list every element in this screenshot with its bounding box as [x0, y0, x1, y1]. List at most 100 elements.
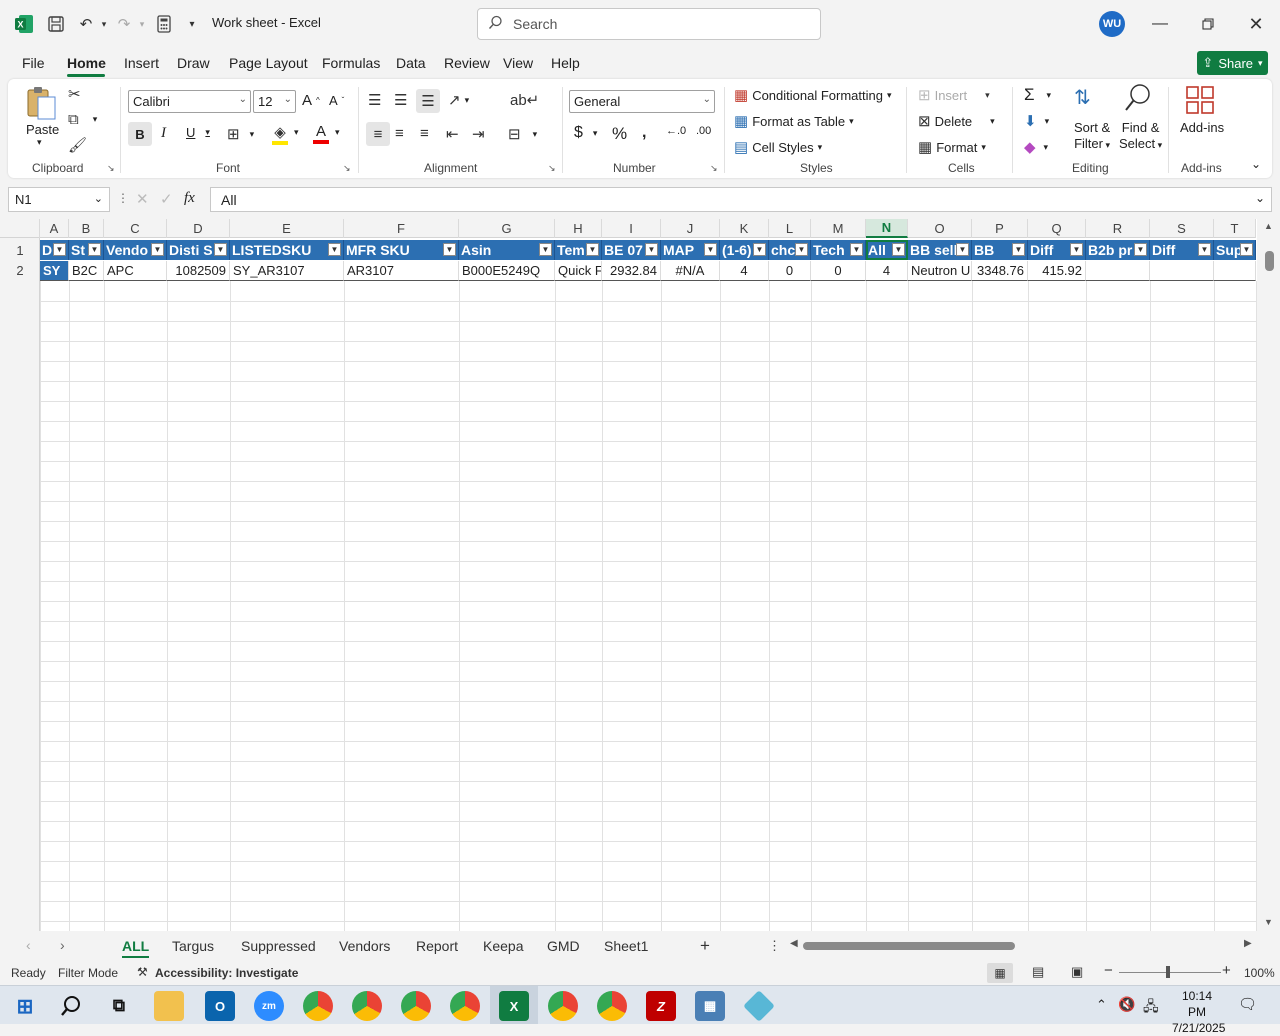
- filter-dropdown-icon[interactable]: ▼: [328, 243, 341, 256]
- chrome-icon[interactable]: [597, 991, 627, 1021]
- column-header-d[interactable]: D: [167, 219, 230, 238]
- filter-dropdown-icon[interactable]: ▼: [88, 243, 101, 256]
- column-header-m[interactable]: M: [811, 219, 866, 238]
- header-cell-l[interactable]: chc ▼: [769, 240, 811, 260]
- sheet-tab-gmd[interactable]: GMD: [547, 938, 580, 954]
- restore-icon[interactable]: [1194, 10, 1222, 38]
- column-header-q[interactable]: Q: [1028, 219, 1086, 238]
- enter-formula-icon[interactable]: ✓: [160, 190, 173, 208]
- minimize-icon[interactable]: —: [1146, 10, 1174, 38]
- insert-function-icon[interactable]: fx: [184, 190, 195, 207]
- excel-taskbar-icon[interactable]: X: [499, 991, 529, 1021]
- vertical-scroll-thumb[interactable]: [1265, 251, 1274, 271]
- normal-view-icon[interactable]: ▦: [987, 963, 1013, 983]
- header-cell-j[interactable]: MAP ▼: [661, 240, 720, 260]
- data-cell-a2[interactable]: SY: [40, 261, 69, 281]
- data-cell-o2[interactable]: Neutron U: [908, 261, 972, 281]
- tab-page-layout[interactable]: Page Layout: [229, 55, 308, 71]
- filter-dropdown-icon[interactable]: ▼: [1012, 243, 1025, 256]
- filter-dropdown-icon[interactable]: ▼: [1070, 243, 1083, 256]
- zoom-app-icon[interactable]: zm: [254, 991, 284, 1021]
- decrease-font-icon[interactable]: Aˇ: [329, 93, 344, 108]
- autosum-icon[interactable]: Σ ▾: [1024, 85, 1051, 105]
- column-header-p[interactable]: P: [972, 219, 1028, 238]
- increase-decimal-icon[interactable]: ←.0: [666, 125, 686, 137]
- app-icon[interactable]: [743, 990, 775, 1022]
- data-cell-k2[interactable]: 4: [720, 261, 769, 281]
- chrome-icon[interactable]: [401, 991, 431, 1021]
- scroll-down-icon[interactable]: ▼: [1264, 917, 1273, 927]
- font-color-icon[interactable]: A: [313, 123, 329, 144]
- column-header-s[interactable]: S: [1150, 219, 1214, 238]
- row-header-11[interactable]: 11: [0, 440, 40, 460]
- data-cell-q2[interactable]: 415.92: [1028, 261, 1086, 281]
- header-cell-m[interactable]: Tech ▼: [811, 240, 866, 260]
- calculator-icon[interactable]: [152, 12, 176, 36]
- percent-icon[interactable]: %: [612, 124, 627, 144]
- filter-dropdown-icon[interactable]: ▼: [443, 243, 456, 256]
- align-left-icon[interactable]: ≡: [366, 122, 390, 146]
- row-header-25[interactable]: 25: [0, 720, 40, 740]
- underline-button[interactable]: U ▾: [186, 125, 210, 140]
- data-cell-r2[interactable]: [1086, 261, 1150, 281]
- align-right-icon[interactable]: ≡: [420, 125, 429, 142]
- header-cell-e[interactable]: LISTEDSKU ▼: [230, 240, 344, 260]
- row-header-19[interactable]: 19: [0, 600, 40, 620]
- filter-dropdown-icon[interactable]: ▼: [53, 243, 66, 256]
- increase-font-icon[interactable]: A ^: [302, 92, 320, 109]
- font-launcher-icon[interactable]: ↘: [343, 163, 351, 174]
- font-size-combo[interactable]: 12 ⌄: [253, 90, 296, 113]
- sheet-tab-targus[interactable]: Targus: [172, 938, 214, 954]
- decrease-decimal-icon[interactable]: .00: [696, 125, 711, 137]
- filter-dropdown-icon[interactable]: ▼: [1134, 243, 1147, 256]
- fill-color-dropdown-icon[interactable]: ▾: [294, 127, 299, 138]
- filter-dropdown-icon[interactable]: ▼: [586, 243, 599, 256]
- row-header-13[interactable]: 13: [0, 480, 40, 500]
- clear-icon[interactable]: ◆ ▾: [1024, 138, 1048, 156]
- header-cell-t[interactable]: Sup ▼: [1214, 240, 1256, 260]
- zoom-slider-track[interactable]: [1119, 972, 1221, 973]
- filter-dropdown-icon[interactable]: ▼: [1240, 243, 1253, 256]
- header-cell-s[interactable]: Diff ▼: [1150, 240, 1214, 260]
- next-sheet-icon[interactable]: ›: [60, 937, 65, 953]
- row-header-32[interactable]: 32: [0, 860, 40, 880]
- find-select-button[interactable]: Find & Select ▾: [1119, 120, 1162, 153]
- tab-view[interactable]: View: [503, 55, 533, 71]
- tab-data[interactable]: Data: [396, 55, 426, 71]
- accessibility-status[interactable]: Accessibility: Investigate: [155, 966, 298, 980]
- filter-dropdown-icon[interactable]: ▼: [1198, 243, 1211, 256]
- filter-dropdown-icon[interactable]: ▼: [795, 243, 808, 256]
- row-header-9[interactable]: 9: [0, 400, 40, 420]
- save-icon[interactable]: [44, 12, 68, 36]
- row-header-16[interactable]: 16: [0, 540, 40, 560]
- tray-chevron-icon[interactable]: ⌃: [1096, 997, 1107, 1013]
- wrap-text-icon[interactable]: ab↵: [510, 91, 539, 109]
- paste-button[interactable]: [24, 85, 58, 121]
- add-sheet-icon[interactable]: +: [700, 936, 710, 956]
- vertical-scrollbar[interactable]: ▲ ▼: [1257, 219, 1280, 931]
- network-icon[interactable]: 🖧: [1143, 996, 1159, 1020]
- page-break-view-icon[interactable]: ▣: [1071, 964, 1083, 980]
- clipboard-launcher-icon[interactable]: ↘: [107, 163, 115, 174]
- merge-center-icon[interactable]: ⊟ ▾: [508, 125, 537, 143]
- alignment-launcher-icon[interactable]: ↘: [548, 163, 556, 174]
- data-cell-g2[interactable]: B000E5249Q: [459, 261, 555, 281]
- header-cell-q[interactable]: Diff ▼: [1028, 240, 1086, 260]
- worksheet-grid[interactable]: ABCDEFGHIJKLMNOPQRST 1234567891011121314…: [0, 219, 1280, 931]
- copy-icon[interactable]: ⧉ ▾: [68, 111, 97, 128]
- data-cell-f2[interactable]: AR3107: [344, 261, 459, 281]
- sheet-tab-suppressed[interactable]: Suppressed: [241, 938, 316, 954]
- column-header-r[interactable]: R: [1086, 219, 1150, 238]
- tab-review[interactable]: Review: [444, 55, 490, 71]
- data-cell-t2[interactable]: [1214, 261, 1256, 281]
- delete-cells-button[interactable]: ⊠ Delete ▾: [918, 112, 995, 130]
- filter-dropdown-icon[interactable]: ▼: [892, 243, 905, 256]
- filter-dropdown-icon[interactable]: ▼: [956, 243, 969, 256]
- row-header-10[interactable]: 10: [0, 420, 40, 440]
- filter-dropdown-icon[interactable]: ▼: [704, 243, 717, 256]
- clock[interactable]: 10:14 PM 7/21/2025: [1172, 988, 1225, 1036]
- tab-help[interactable]: Help: [551, 55, 580, 71]
- user-avatar[interactable]: WU: [1099, 11, 1125, 37]
- data-cell-m2[interactable]: 0: [811, 261, 866, 281]
- column-header-g[interactable]: G: [459, 219, 555, 238]
